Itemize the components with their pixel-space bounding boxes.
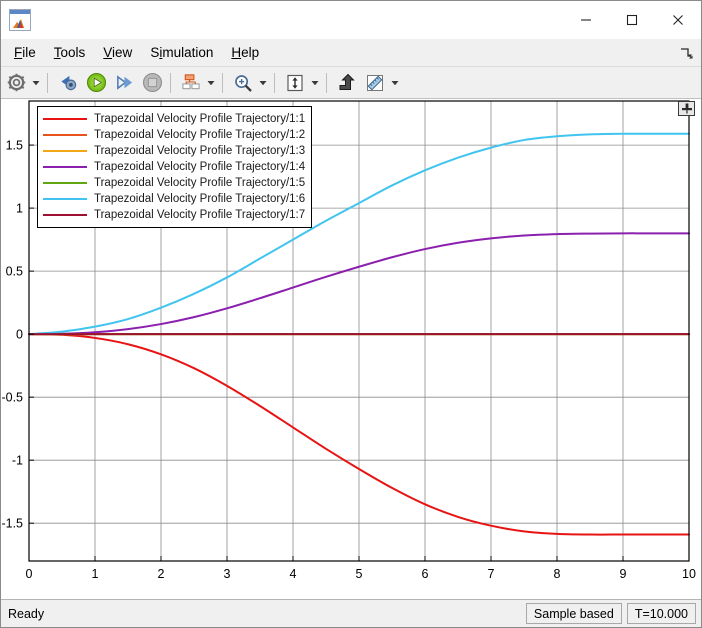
legend-entry-label: Trapezoidal Velocity Profile Trajectory/…	[94, 209, 306, 221]
run-button[interactable]	[83, 70, 109, 96]
menu-bar: File Tools View Simulation Help	[1, 39, 701, 67]
measurements-dropdown[interactable]	[388, 70, 401, 96]
legend-entry[interactable]: Trapezoidal Velocity Profile Trajectory/…	[43, 143, 305, 159]
x-tick-label: 3	[224, 567, 231, 581]
legend-entry[interactable]: Trapezoidal Velocity Profile Trajectory/…	[43, 191, 305, 207]
data-cursor-pin-icon[interactable]	[678, 101, 695, 116]
legend-entry[interactable]: Trapezoidal Velocity Profile Trajectory/…	[43, 159, 305, 175]
status-message: Ready	[8, 606, 45, 621]
toolbar-separator	[170, 72, 171, 93]
x-tick-label: 9	[620, 567, 627, 581]
menu-label-file: ile	[22, 45, 36, 60]
frame-mode-field[interactable]: Sample based	[525, 603, 622, 624]
legend-entry-label: Trapezoidal Velocity Profile Trajectory/…	[94, 193, 306, 205]
title-bar	[1, 1, 701, 39]
legend-entry-label: Trapezoidal Velocity Profile Trajectory/…	[94, 113, 306, 125]
legend-color-swatch	[43, 118, 87, 120]
legend-entry-label: Trapezoidal Velocity Profile Trajectory/…	[94, 129, 306, 141]
x-tick-label: 2	[158, 567, 165, 581]
menu-label-help: elp	[241, 45, 260, 60]
toolbar-separator	[274, 72, 275, 93]
legend-entry-label: Trapezoidal Velocity Profile Trajectory/…	[94, 145, 306, 157]
legend-entry[interactable]: Trapezoidal Velocity Profile Trajectory/…	[43, 207, 305, 223]
ruler-icon[interactable]	[362, 70, 388, 96]
x-tick-label: 8	[554, 567, 561, 581]
toolbar-separator	[47, 72, 48, 93]
configuration-properties-button[interactable]	[3, 70, 29, 96]
autoscale-button[interactable]	[282, 70, 308, 96]
status-bar: Ready Sample based T=10.000	[1, 599, 701, 627]
x-tick-label: 0	[26, 567, 33, 581]
zoom-dropdown[interactable]	[256, 70, 269, 96]
legend-entry[interactable]: Trapezoidal Velocity Profile Trajectory/…	[43, 111, 305, 127]
layout-button[interactable]	[178, 70, 204, 96]
legend-color-swatch	[43, 182, 87, 184]
y-tick-labels: 1.5 1 0.5 0 -0.5 -1 -1.5	[1, 139, 23, 531]
close-button[interactable]	[655, 1, 701, 38]
maximize-button[interactable]	[609, 1, 655, 38]
x-tick-label: 7	[488, 567, 495, 581]
highlight-signal-arrow-icon[interactable]	[334, 70, 360, 96]
legend-entry[interactable]: Trapezoidal Velocity Profile Trajectory/…	[43, 175, 305, 191]
chart-legend[interactable]: Trapezoidal Velocity Profile Trajectory/…	[37, 106, 313, 228]
y-tick-label: -1.5	[1, 517, 23, 531]
legend-entry[interactable]: Trapezoidal Velocity Profile Trajectory/…	[43, 127, 305, 143]
x-tick-label: 1	[92, 567, 99, 581]
y-tick-label: 0	[16, 328, 23, 342]
y-tick-label: -0.5	[1, 391, 23, 405]
legend-color-swatch	[43, 166, 87, 168]
y-tick-label: 1.5	[6, 139, 23, 153]
stop-button[interactable]	[139, 70, 165, 96]
layout-dropdown[interactable]	[204, 70, 217, 96]
y-tick-label: 0.5	[6, 265, 23, 279]
menu-label-view: iew	[112, 45, 133, 60]
y-tick-label: 1	[16, 202, 23, 216]
configuration-properties-dropdown[interactable]	[29, 70, 42, 96]
scope-window: File Tools View Simulation Help 0 1 2 3 …	[0, 0, 702, 628]
y-tick-label: -1	[12, 454, 23, 468]
autoscale-dropdown[interactable]	[308, 70, 321, 96]
x-tick-label: 6	[422, 567, 429, 581]
x-tick-label: 5	[356, 567, 363, 581]
legend-color-swatch	[43, 214, 87, 216]
simulation-time-field[interactable]: T=10.000	[626, 603, 696, 624]
matlab-membrane-icon	[9, 8, 31, 31]
legend-color-swatch	[43, 134, 87, 136]
menu-item-help[interactable]: Help	[222, 42, 268, 63]
x-tick-label: 4	[290, 567, 297, 581]
menu-item-view[interactable]: View	[94, 42, 141, 63]
legend-entry-label: Trapezoidal Velocity Profile Trajectory/…	[94, 177, 306, 189]
menu-item-tools[interactable]: Tools	[45, 42, 95, 63]
menu-label-simulation: mulation	[162, 45, 214, 60]
step-forward-button[interactable]	[111, 70, 137, 96]
legend-entry-label: Trapezoidal Velocity Profile Trajectory/…	[94, 161, 306, 173]
menu-item-file[interactable]: File	[5, 42, 45, 63]
undock-arrow-icon[interactable]	[675, 42, 697, 64]
minimize-button[interactable]	[563, 1, 609, 38]
toolbar	[1, 67, 701, 99]
menu-label-tools: ools	[60, 45, 86, 60]
legend-color-swatch	[43, 150, 87, 152]
zoom-in-magnifier-icon[interactable]	[230, 70, 256, 96]
run-back-to-start-button[interactable]	[55, 70, 81, 96]
menu-item-simulation[interactable]: Simulation	[141, 42, 222, 63]
toolbar-separator	[326, 72, 327, 93]
scope-plot-area[interactable]: 0 1 2 3 4 5 6 7 8 9 10 1.5 1 0.5 0 -0.5 -1 -1.5 Trapezoi…	[1, 99, 701, 599]
x-tick-label: 10	[682, 567, 696, 581]
legend-color-swatch	[43, 198, 87, 200]
x-tick-labels: 0 1 2 3 4 5 6 7 8 9 10	[26, 567, 696, 581]
toolbar-separator	[222, 72, 223, 93]
